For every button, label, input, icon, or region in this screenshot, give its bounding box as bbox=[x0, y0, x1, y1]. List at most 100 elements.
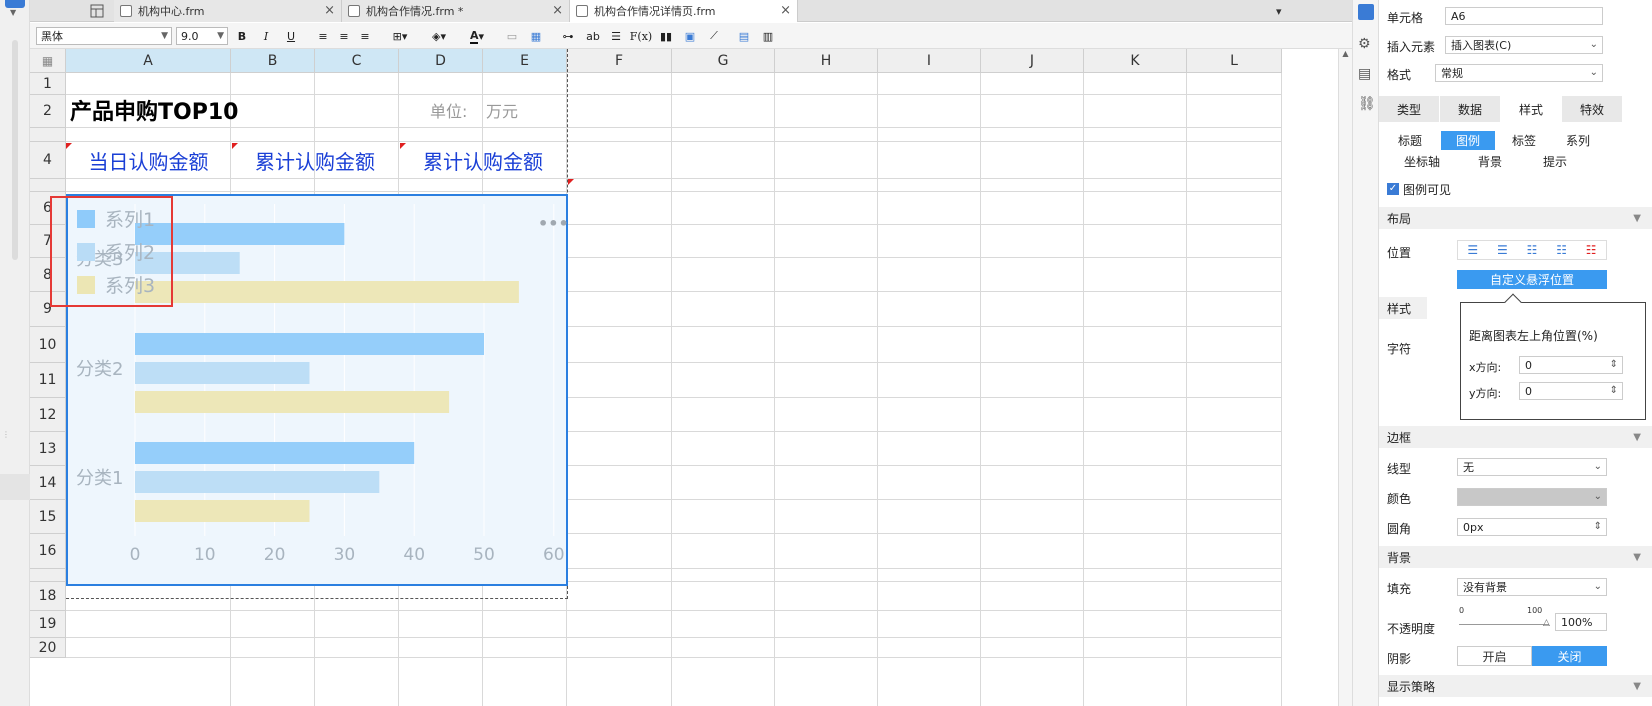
row-header[interactable]: 14 bbox=[30, 466, 66, 500]
subreport-icon[interactable]: ▥ bbox=[760, 27, 776, 45]
stepper-icon[interactable]: ⇕ bbox=[1610, 385, 1618, 396]
column-header-b[interactable]: B bbox=[231, 49, 315, 73]
grid-view-icon[interactable] bbox=[88, 0, 108, 22]
chevron-down-icon[interactable]: ▼ bbox=[10, 8, 16, 17]
close-icon[interactable]: × bbox=[324, 3, 335, 18]
subtab-legend[interactable]: 图例 bbox=[1441, 131, 1495, 150]
row-header[interactable]: 12 bbox=[30, 398, 66, 432]
row-header[interactable]: 2 bbox=[30, 95, 66, 128]
position-top-icon[interactable]: ☰ bbox=[1467, 243, 1478, 257]
splitter-handle[interactable]: ⋮ bbox=[2, 430, 28, 439]
logo-icon[interactable] bbox=[5, 0, 25, 8]
subtab-title[interactable]: 标题 bbox=[1387, 131, 1433, 150]
position-bottom-icon[interactable]: ☰ bbox=[1497, 243, 1508, 257]
scroll-up-icon[interactable]: ▲ bbox=[1339, 49, 1352, 58]
close-icon[interactable]: × bbox=[552, 3, 563, 18]
column-header-h[interactable]: H bbox=[775, 49, 878, 73]
tab-data[interactable]: 数据 bbox=[1440, 96, 1500, 122]
tab-file-1[interactable]: 机构中心.frm × bbox=[114, 0, 342, 22]
column-header-d[interactable]: D bbox=[399, 49, 483, 73]
column-header-g[interactable]: G bbox=[672, 49, 775, 73]
fill-select[interactable]: 没有背景 ⌄ bbox=[1457, 578, 1607, 596]
tab-effects[interactable]: 特效 bbox=[1562, 96, 1622, 122]
row-header[interactable]: 16 bbox=[30, 534, 66, 569]
link-chain-icon[interactable]: ⛓ bbox=[1358, 96, 1376, 112]
report-title[interactable]: 产品申购TOP10 bbox=[70, 95, 238, 125]
radius-input[interactable]: 0px ⇕ bbox=[1457, 518, 1607, 536]
table-icon[interactable]: ▦ bbox=[528, 27, 544, 45]
position-left-icon[interactable]: ☷ bbox=[1527, 243, 1538, 257]
linetype-select[interactable]: 无 ⌄ bbox=[1457, 458, 1607, 476]
column-header-j[interactable]: J bbox=[981, 49, 1084, 73]
underline-button[interactable]: U bbox=[283, 27, 299, 45]
opacity-slider-handle[interactable]: △ bbox=[1543, 618, 1550, 628]
select-all-corner[interactable]: ▦ bbox=[30, 49, 66, 73]
bold-button[interactable]: B bbox=[234, 27, 250, 45]
align-center-icon[interactable]: ≡ bbox=[336, 27, 352, 45]
border-section[interactable]: 边框 ▼ bbox=[1379, 426, 1652, 448]
shadow-off-toggle[interactable]: 关闭 bbox=[1532, 646, 1607, 666]
cell-address-input[interactable]: A6 bbox=[1445, 7, 1603, 25]
x-direction-input[interactable]: 0 ⇕ bbox=[1519, 356, 1623, 374]
column-header-e[interactable]: E bbox=[483, 49, 567, 73]
row-header[interactable] bbox=[30, 569, 66, 582]
subtab-label[interactable]: 标签 bbox=[1501, 131, 1547, 150]
tab-file-2[interactable]: 机构合作情况.frm * × bbox=[342, 0, 570, 22]
layout-icon[interactable]: ▤ bbox=[1358, 66, 1371, 82]
stepper-icon[interactable]: ⇕ bbox=[1610, 359, 1618, 370]
legend-visible-checkbox[interactable]: ✓ bbox=[1387, 183, 1399, 195]
display-strategy-section[interactable]: 显示策略 ▼ bbox=[1379, 675, 1652, 697]
font-family-select[interactable]: 黑体 ▼ bbox=[36, 27, 172, 45]
italic-button[interactable]: I bbox=[258, 27, 274, 45]
subtab-background[interactable]: 背景 bbox=[1465, 152, 1515, 171]
column-header-l[interactable]: L bbox=[1187, 49, 1282, 73]
opacity-slider[interactable] bbox=[1459, 624, 1549, 625]
format-select[interactable]: 常规 ⌄ bbox=[1435, 64, 1603, 82]
image-icon[interactable]: ▣ bbox=[682, 27, 698, 45]
spreadsheet-grid[interactable]: ▦ ABCDEFGHIJKL 1 2 4 6 7 8 9 10 11 12 13 14 15 16 18 19… bbox=[30, 49, 1352, 706]
color-picker[interactable]: ⌄ bbox=[1457, 488, 1607, 506]
clear-format-icon[interactable]: ▭ bbox=[504, 27, 520, 45]
row-header[interactable] bbox=[30, 128, 66, 142]
tab-file-3[interactable]: 机构合作情况详情页.frm × bbox=[570, 0, 798, 22]
report-icon[interactable]: ▤ bbox=[736, 27, 752, 45]
vertical-scrollbar[interactable]: ▲ bbox=[1338, 49, 1352, 706]
position-top-right-icon[interactable]: ☷ bbox=[1586, 243, 1597, 257]
sidebar-selected-row[interactable] bbox=[0, 474, 30, 500]
subtab-axis[interactable]: 坐标轴 bbox=[1387, 152, 1457, 171]
close-icon[interactable]: × bbox=[780, 3, 791, 18]
opacity-input[interactable]: 100% bbox=[1555, 613, 1607, 631]
row-header[interactable]: 18 bbox=[30, 582, 66, 611]
font-size-select[interactable]: 9.0 ▼ bbox=[176, 27, 228, 45]
row-header[interactable]: 15 bbox=[30, 500, 66, 534]
tab-style[interactable]: 样式 bbox=[1501, 96, 1561, 122]
cell-properties-icon[interactable] bbox=[1358, 4, 1374, 20]
tab-type[interactable]: 类型 bbox=[1379, 96, 1439, 122]
position-right-icon[interactable]: ☷ bbox=[1556, 243, 1567, 257]
unit-value[interactable]: 万元 bbox=[486, 97, 518, 123]
header-daily-subscription[interactable]: 当日认购金额 bbox=[66, 143, 231, 177]
fill-color-icon[interactable]: ◈▾ bbox=[424, 27, 454, 45]
bar-chart-icon[interactable]: ▮▮ bbox=[658, 27, 674, 45]
scrollbar[interactable] bbox=[12, 40, 18, 260]
header-cumulative-subscription-1[interactable]: 累计认购金额 bbox=[231, 143, 399, 177]
insert-element-select[interactable]: 插入图表(C) ⌄ bbox=[1445, 36, 1603, 54]
row-header[interactable]: 4 bbox=[30, 142, 66, 179]
layout-section[interactable]: 布局 ▼ bbox=[1379, 207, 1652, 229]
column-header-f[interactable]: F bbox=[567, 49, 672, 73]
slash-icon[interactable]: ⟋ bbox=[706, 27, 722, 45]
row-header[interactable]: 20 bbox=[30, 638, 66, 658]
row-header[interactable]: 19 bbox=[30, 611, 66, 638]
custom-float-position-button[interactable]: 自定义悬浮位置 bbox=[1457, 270, 1607, 289]
row-header[interactable]: 11 bbox=[30, 363, 66, 398]
shadow-on-toggle[interactable]: 开启 bbox=[1457, 646, 1532, 666]
text-color-icon[interactable]: A ▾ bbox=[462, 27, 492, 45]
subtab-series[interactable]: 系列 bbox=[1555, 131, 1601, 150]
widget-settings-icon[interactable]: ⚙ bbox=[1358, 36, 1371, 52]
row-header[interactable]: 10 bbox=[30, 327, 66, 363]
column-header-c[interactable]: C bbox=[315, 49, 399, 73]
row-header[interactable]: 13 bbox=[30, 432, 66, 466]
link-icon[interactable]: ⊶ bbox=[560, 27, 576, 45]
text-ab-icon[interactable]: ab bbox=[584, 27, 602, 45]
paragraph-icon[interactable]: ☰ bbox=[608, 27, 624, 45]
